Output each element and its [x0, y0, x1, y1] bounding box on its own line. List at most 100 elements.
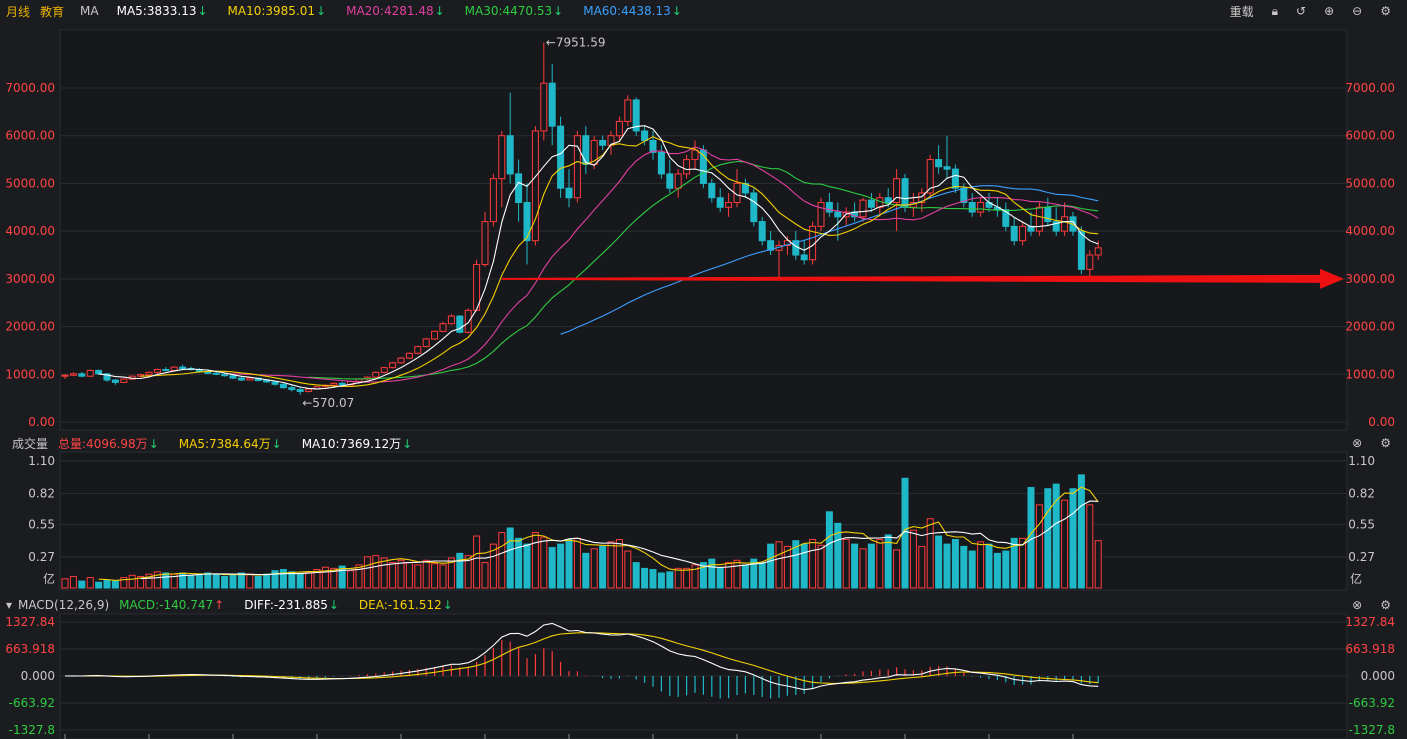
macd-tick-right: -663.92 [1349, 696, 1395, 710]
volume-bar [473, 535, 481, 589]
candle [750, 192, 758, 223]
candle [1077, 230, 1085, 270]
stock-chart-canvas[interactable]: 7000.00 7000.00 6000.00 6000.00 5000.00 5000.… [0, 0, 1407, 739]
candle [212, 372, 220, 375]
volume-bar [1035, 504, 1043, 589]
candle [414, 346, 422, 354]
candle [498, 135, 506, 180]
candle [557, 125, 565, 189]
volume-bar [909, 529, 917, 589]
volume-bar [221, 575, 229, 589]
candle [1094, 247, 1102, 256]
y-tick-right: 0.00 [1368, 415, 1395, 429]
candle [170, 366, 178, 371]
vol-tick-right: 1.10 [1348, 454, 1375, 468]
y-tick-left: 3000.00 [5, 272, 55, 286]
volume-bar [1061, 499, 1069, 589]
candle [263, 379, 271, 383]
candle [901, 178, 909, 208]
vol-unit-right: 亿 [1350, 571, 1362, 586]
volume-bar [431, 563, 439, 589]
volume-bar [674, 567, 682, 589]
volume-bar [515, 537, 523, 589]
candle [447, 315, 455, 325]
candle [372, 371, 380, 378]
candle [683, 159, 691, 175]
volume-bar [204, 572, 212, 589]
volume-bar [523, 543, 531, 589]
vol-tick-right: 0.55 [1348, 518, 1375, 532]
volume-bar [867, 543, 875, 589]
volume-bar [1044, 488, 1052, 589]
volume-bar [968, 550, 976, 589]
volume-bar [195, 573, 203, 589]
candle [69, 373, 77, 376]
volume-bar [380, 557, 388, 589]
volume-bar [414, 564, 422, 589]
price-panel [59, 29, 1348, 431]
volume-bar [1052, 483, 1060, 589]
volume-bar [993, 552, 1001, 589]
candle [296, 389, 304, 392]
candle [825, 202, 833, 213]
candle [95, 369, 103, 375]
macd-tick-right: -1327.8 [1349, 723, 1395, 737]
candle [78, 373, 86, 377]
volume-bar [456, 552, 464, 589]
candle [867, 199, 875, 208]
candle [61, 374, 69, 377]
candle [641, 130, 649, 141]
candle [489, 178, 497, 223]
volume-bar [372, 555, 380, 589]
macd-tick-right: 0.000 [1361, 669, 1395, 683]
y-tick-left: 4000.00 [5, 224, 55, 238]
candle [657, 151, 665, 175]
candle [977, 202, 985, 213]
volume-bar [531, 532, 539, 589]
y-tick-right: 1000.00 [1345, 367, 1395, 381]
macd-tick-right: 1327.84 [1345, 615, 1395, 629]
volume-bar [1086, 504, 1094, 589]
candle [523, 202, 531, 242]
volume-bar [825, 511, 833, 589]
candle [1061, 216, 1069, 232]
candle [145, 371, 153, 376]
candle [279, 383, 287, 389]
volume-bar [187, 574, 195, 589]
candle [573, 135, 581, 199]
volume-bar [615, 539, 623, 589]
y-tick-right: 3000.00 [1345, 272, 1395, 286]
candle [1086, 254, 1094, 270]
volume-bar [263, 573, 271, 589]
volume-bar [590, 548, 598, 589]
candle [330, 382, 338, 386]
candle [548, 82, 556, 127]
volume-bar [632, 562, 640, 589]
candle [666, 173, 674, 189]
candle [708, 182, 716, 199]
candle [1010, 225, 1018, 242]
candle [716, 197, 724, 208]
volume-bar [61, 578, 69, 589]
candle [86, 369, 94, 377]
macd-tick-left: -663.92 [9, 696, 55, 710]
candle [1035, 206, 1043, 232]
y-tick-right: 6000.00 [1345, 129, 1395, 143]
volume-bar [582, 552, 590, 589]
y-tick-right: 4000.00 [1345, 224, 1395, 238]
low-annotation: ←570.07 [302, 396, 354, 410]
macd-tick-right: 663.918 [1345, 642, 1395, 656]
volume-bar [985, 543, 993, 589]
candle [506, 135, 514, 175]
candle [246, 377, 254, 381]
candle [481, 221, 489, 266]
volume-bar [1069, 488, 1077, 589]
volume-bar [405, 562, 413, 589]
volume-bar [649, 569, 657, 589]
volume-bar [893, 549, 901, 589]
macd-tick-left: -1327.8 [9, 723, 55, 737]
volume-bar [876, 539, 884, 589]
volume-bar [389, 562, 397, 589]
volume-bar [624, 550, 632, 589]
candle [565, 187, 573, 199]
